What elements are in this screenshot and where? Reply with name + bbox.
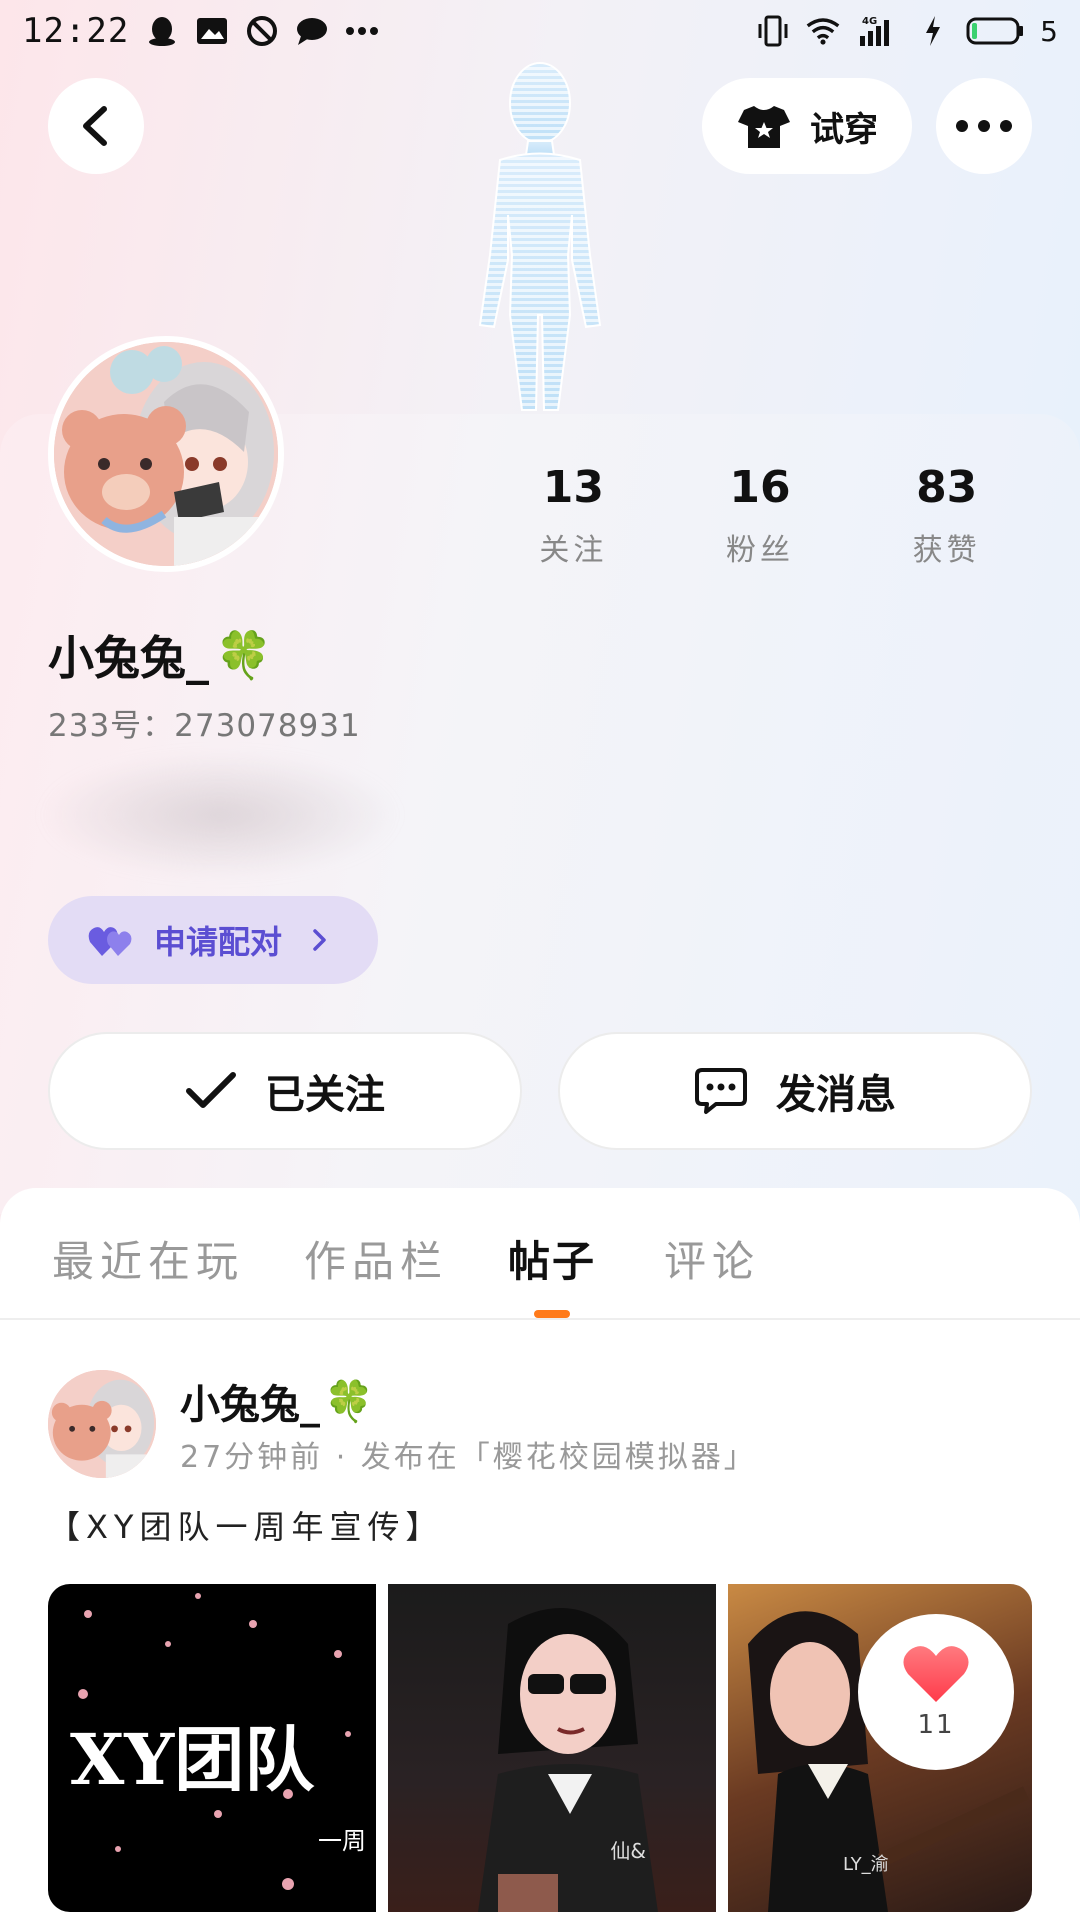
battery-level: 5 xyxy=(1040,14,1058,48)
profile-tabs: 最近在玩 作品栏 帖子 评论 xyxy=(0,1188,1080,1320)
tab-comments[interactable]: 评论 xyxy=(664,1228,760,1289)
more-notifications-icon xyxy=(345,14,379,48)
tab-recently-played[interactable]: 最近在玩 xyxy=(52,1228,244,1289)
active-tab-indicator xyxy=(534,1310,570,1318)
profile-stats: 13 关注 16 粉丝 83 获赞 xyxy=(480,462,1040,569)
tab-posts[interactable]: 帖子 xyxy=(508,1228,596,1289)
pair-label: 申请配对 xyxy=(154,923,283,961)
post-text: 【XY团队一周年宣传】 xyxy=(48,1508,444,1546)
status-time: 12:22 xyxy=(22,11,130,51)
wifi-icon xyxy=(806,14,840,48)
followers-label: 粉丝 xyxy=(726,533,794,568)
character-illustration xyxy=(478,1608,658,1912)
anime-avatar-image xyxy=(48,1370,156,1478)
tab-works[interactable]: 作品栏 xyxy=(304,1228,448,1289)
status-bar: 12:22 4G 5 xyxy=(0,0,1080,62)
clover-emoji: 🍀 xyxy=(324,1378,374,1425)
post-author-text: 小兔兔_ xyxy=(180,1382,320,1428)
like-count: 11 xyxy=(917,1710,955,1740)
image-title: XY团队 xyxy=(70,1718,315,1801)
more-options-button[interactable] xyxy=(936,78,1032,174)
followers-count: 16 xyxy=(729,462,791,513)
image-icon xyxy=(195,14,229,48)
post-image-2[interactable]: 仙& xyxy=(388,1584,716,1912)
try-on-button[interactable]: 试穿 xyxy=(702,78,912,174)
chevron-left-icon xyxy=(83,106,107,146)
vibrate-icon xyxy=(756,14,790,48)
chat-bubble-icon xyxy=(295,14,329,48)
stat-followers[interactable]: 16 粉丝 xyxy=(667,462,854,569)
signal-icon: 4G xyxy=(856,14,900,48)
send-message-button[interactable]: 发消息 xyxy=(558,1032,1032,1150)
block-icon xyxy=(245,14,279,48)
likes-label: 获赞 xyxy=(912,533,981,568)
anime-avatar-image xyxy=(54,342,278,566)
likes-count: 83 xyxy=(916,462,978,513)
clover-emoji: 🍀 xyxy=(215,627,273,682)
post-meta: 27分钟前 · 发布在「樱花校园模拟器」 xyxy=(180,1440,757,1475)
nickname-text: 小兔兔_ xyxy=(48,631,209,685)
profile-nickname: 小兔兔_ 🍀 xyxy=(48,622,272,688)
following-label: 关注 xyxy=(539,533,608,568)
stat-likes[interactable]: 83 获赞 xyxy=(853,462,1040,569)
more-icon xyxy=(956,120,1012,132)
image-signature: LY_渝 xyxy=(843,1854,889,1875)
post-author-avatar[interactable] xyxy=(48,1370,156,1478)
tshirt-icon xyxy=(738,106,790,148)
character-avatar-preview[interactable] xyxy=(440,55,640,415)
post-author-name[interactable]: 小兔兔_ 🍀 xyxy=(180,1372,374,1430)
followed-button[interactable]: 已关注 xyxy=(48,1032,522,1150)
image-signature: 仙& xyxy=(610,1839,646,1863)
like-button[interactable]: 11 xyxy=(858,1614,1014,1770)
battery-icon xyxy=(966,14,1024,48)
followed-label: 已关注 xyxy=(265,1072,385,1118)
charging-icon xyxy=(916,14,950,48)
double-heart-icon xyxy=(88,927,132,956)
qq-icon xyxy=(145,14,179,48)
post-image-1[interactable]: XY团队 一周 xyxy=(48,1584,376,1912)
message-icon xyxy=(695,1068,747,1114)
chevron-right-icon xyxy=(313,929,326,951)
following-count: 13 xyxy=(542,462,604,513)
back-button[interactable] xyxy=(48,78,144,174)
request-pair-button[interactable]: 申请配对 xyxy=(48,896,378,984)
heart-icon xyxy=(903,1646,969,1702)
blurred-bio xyxy=(40,752,400,878)
message-label: 发消息 xyxy=(776,1072,896,1118)
try-on-label: 试穿 xyxy=(810,109,878,150)
image-subtitle: 一周 xyxy=(318,1827,366,1855)
svg-text:4G: 4G xyxy=(862,16,877,27)
user-id: 233号：273078931 xyxy=(48,708,361,744)
profile-avatar[interactable] xyxy=(48,336,284,572)
check-icon xyxy=(186,1072,236,1108)
stat-following[interactable]: 13 关注 xyxy=(480,462,667,569)
